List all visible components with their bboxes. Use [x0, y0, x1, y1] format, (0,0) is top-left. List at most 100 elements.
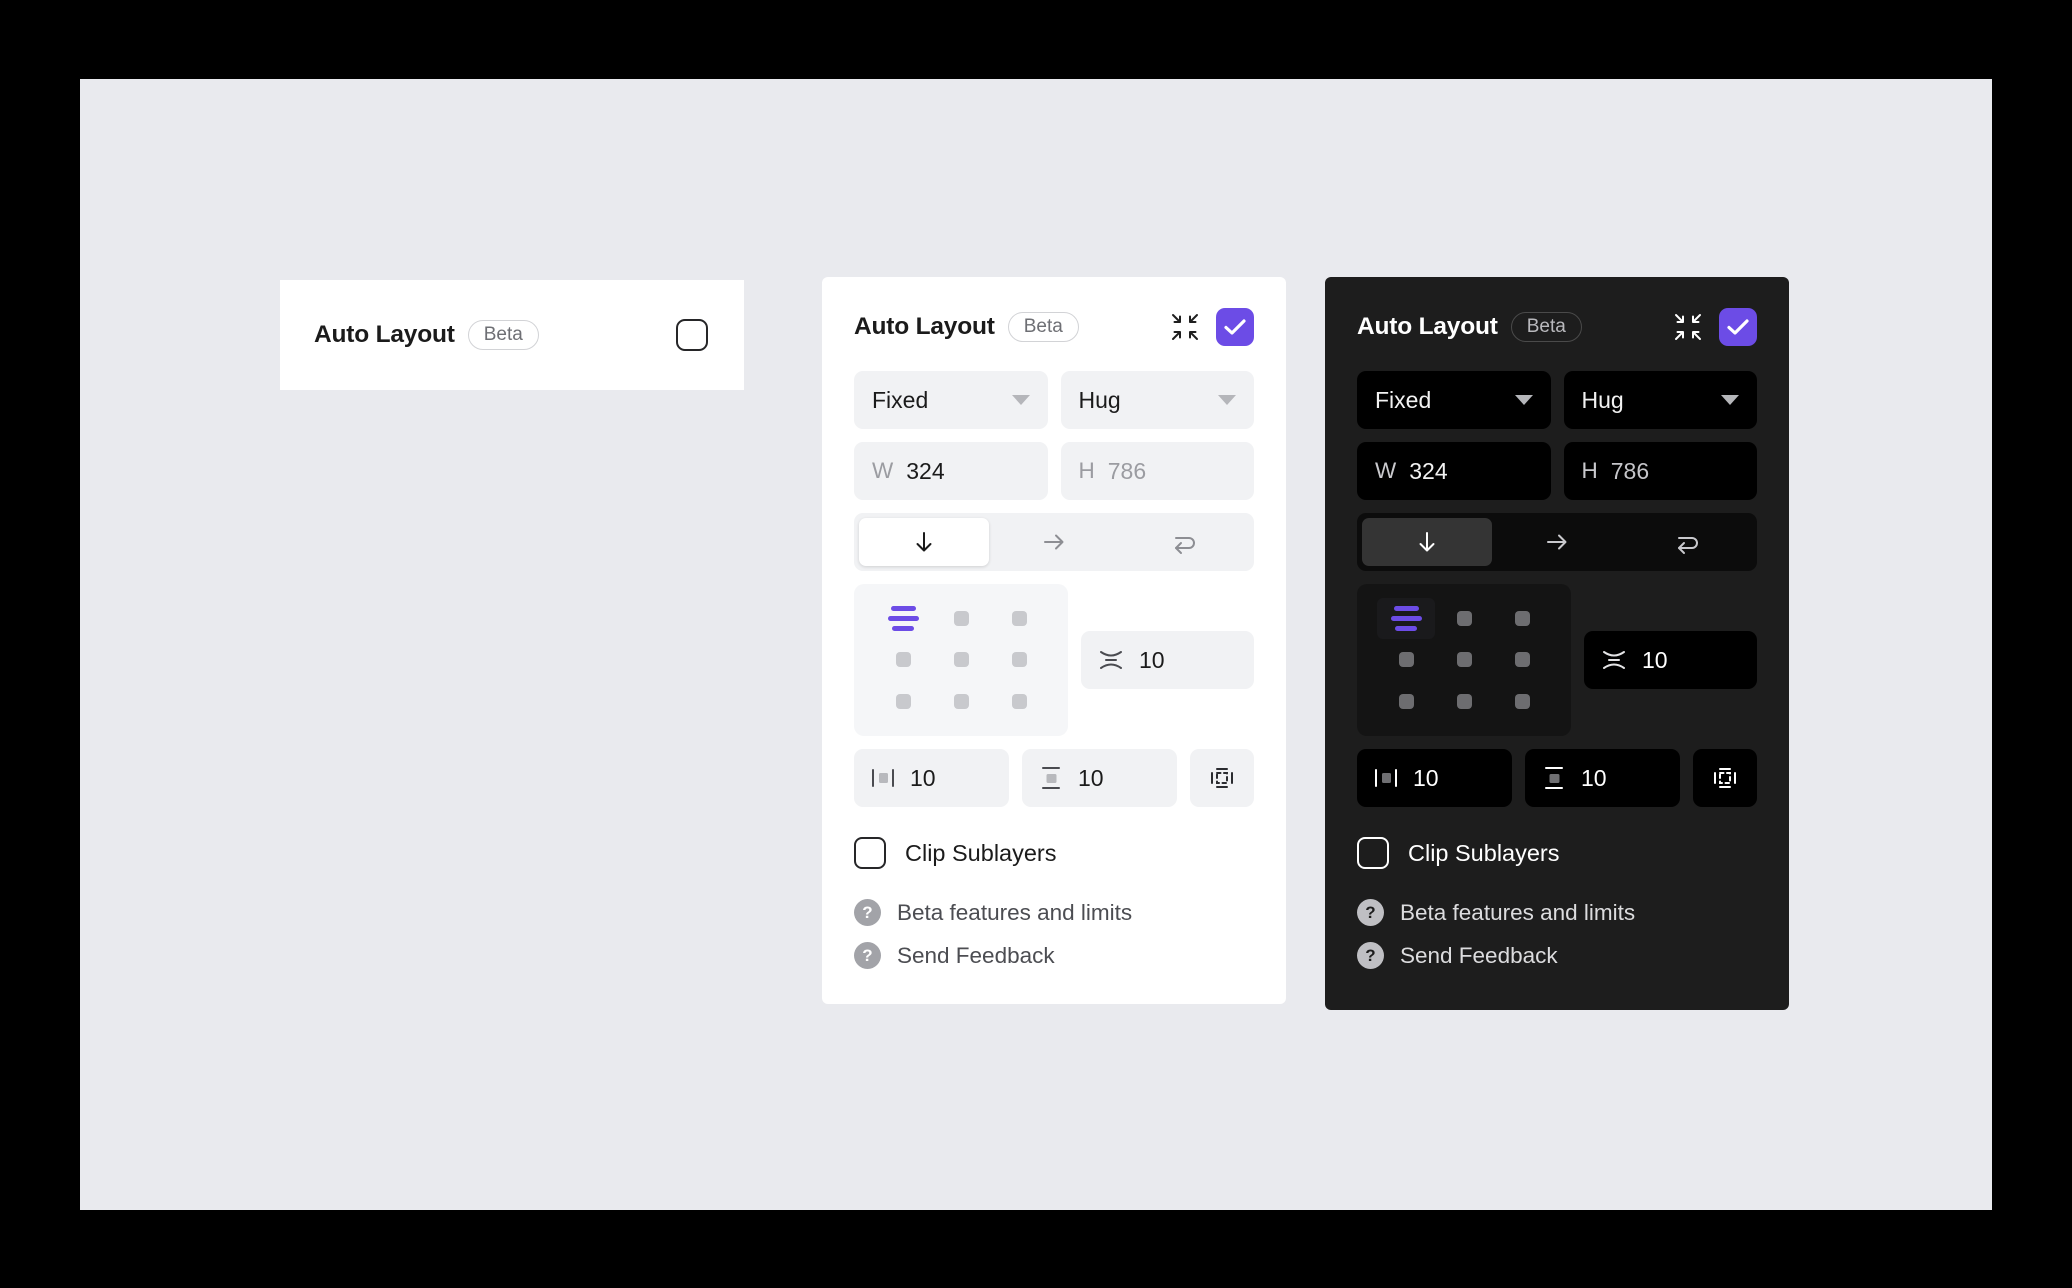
clip-sublayers-checkbox[interactable] [854, 837, 886, 869]
direction-vertical-button[interactable] [859, 518, 989, 566]
width-unit-label: W [872, 458, 893, 484]
direction-horizontal-button[interactable] [1492, 518, 1622, 566]
horizontal-padding-value: 10 [910, 765, 936, 792]
width-mode-select[interactable]: Fixed [1357, 371, 1551, 429]
clip-sublayers-checkbox[interactable] [1357, 837, 1389, 869]
auto-layout-panel-dark: Auto Layout Beta [1325, 277, 1789, 1010]
align-cell-bottom-left[interactable] [874, 681, 932, 722]
vertical-gap-icon [1097, 646, 1125, 674]
checkmark-icon [1727, 318, 1749, 336]
align-cell-bottom-center[interactable] [932, 681, 990, 722]
horizontal-padding-input[interactable]: 10 [854, 749, 1009, 807]
align-cell-middle-center[interactable] [1435, 639, 1493, 680]
gap-input[interactable]: 10 [1081, 631, 1254, 689]
page-title: Auto Layout [314, 321, 455, 349]
align-cell-middle-right[interactable] [990, 639, 1048, 680]
align-cell-bottom-right[interactable] [1493, 681, 1551, 722]
beta-features-link[interactable]: ? Beta features and limits [1357, 899, 1757, 926]
sizing-mode-row: Fixed Hug [1357, 371, 1757, 429]
auto-layout-toggle-on[interactable] [1719, 308, 1757, 346]
beta-badge: Beta [1511, 312, 1582, 342]
alignment-grid [854, 584, 1068, 736]
height-input[interactable]: H 786 [1061, 442, 1255, 500]
chevron-down-icon [1218, 395, 1236, 405]
width-value: 324 [1409, 458, 1447, 485]
beta-features-label: Beta features and limits [1400, 900, 1635, 926]
direction-horizontal-button[interactable] [989, 518, 1119, 566]
send-feedback-label: Send Feedback [897, 943, 1055, 969]
send-feedback-link[interactable]: ? Send Feedback [854, 942, 1254, 969]
chevron-down-icon [1515, 395, 1533, 405]
height-mode-value: Hug [1582, 387, 1624, 414]
beta-features-link[interactable]: ? Beta features and limits [854, 899, 1254, 926]
gap-input[interactable]: 10 [1584, 631, 1757, 689]
align-cell-top-left[interactable] [1377, 598, 1435, 639]
width-unit-label: W [1375, 458, 1396, 484]
chevron-down-icon [1721, 395, 1739, 405]
vertical-padding-icon [1541, 765, 1567, 791]
align-cell-middle-center[interactable] [932, 639, 990, 680]
auto-layout-toggle-off[interactable] [676, 319, 708, 351]
vertical-padding-input[interactable]: 10 [1525, 749, 1680, 807]
align-cell-top-center[interactable] [1435, 598, 1493, 639]
align-cell-top-left[interactable] [874, 598, 932, 639]
clip-sublayers-label: Clip Sublayers [905, 840, 1057, 867]
height-mode-select[interactable]: Hug [1061, 371, 1255, 429]
height-mode-select[interactable]: Hug [1564, 371, 1758, 429]
clip-sublayers-row[interactable]: Clip Sublayers [1357, 837, 1757, 869]
auto-layout-toggle-on[interactable] [1216, 308, 1254, 346]
width-input[interactable]: W 324 [854, 442, 1048, 500]
individual-padding-button[interactable] [1693, 749, 1757, 807]
width-mode-select[interactable]: Fixed [854, 371, 1048, 429]
panel-header: Auto Layout Beta [854, 307, 1254, 347]
width-value: 324 [906, 458, 944, 485]
align-cell-top-center[interactable] [932, 598, 990, 639]
height-unit-label: H [1582, 458, 1598, 484]
size-input-row: W 324 H 786 [1357, 442, 1757, 500]
direction-segmented-control [854, 513, 1254, 571]
align-cell-bottom-right[interactable] [990, 681, 1048, 722]
help-icon: ? [1357, 942, 1384, 969]
beta-features-label: Beta features and limits [897, 900, 1132, 926]
align-cell-bottom-left[interactable] [1377, 681, 1435, 722]
arrow-down-icon [911, 529, 937, 555]
help-icon: ? [1357, 899, 1384, 926]
align-cell-middle-left[interactable] [874, 639, 932, 680]
vertical-gap-icon [1600, 646, 1628, 674]
vertical-padding-value: 10 [1581, 765, 1607, 792]
padding-row: 10 10 [1357, 749, 1757, 807]
direction-wrap-button[interactable] [1622, 518, 1752, 566]
alignment-gap-row: 10 [1357, 584, 1757, 736]
wrap-arrow-icon [1170, 529, 1198, 555]
beta-badge: Beta [468, 320, 539, 350]
direction-vertical-button[interactable] [1362, 518, 1492, 566]
align-cell-middle-left[interactable] [1377, 639, 1435, 680]
align-lines-icon [1391, 606, 1422, 631]
align-lines-icon [888, 606, 919, 631]
height-input[interactable]: H 786 [1564, 442, 1758, 500]
horizontal-padding-icon [1373, 765, 1399, 791]
wrap-arrow-icon [1673, 529, 1701, 555]
chevron-down-icon [1012, 395, 1030, 405]
horizontal-padding-input[interactable]: 10 [1357, 749, 1512, 807]
auto-layout-panel-collapsed: Auto Layout Beta [280, 280, 744, 390]
panel-header: Auto Layout Beta [280, 280, 744, 390]
collapse-arrows-icon[interactable] [1671, 310, 1705, 344]
direction-wrap-button[interactable] [1119, 518, 1249, 566]
clip-sublayers-label: Clip Sublayers [1408, 840, 1560, 867]
individual-padding-icon [1209, 765, 1235, 791]
align-cell-middle-right[interactable] [1493, 639, 1551, 680]
vertical-padding-input[interactable]: 10 [1022, 749, 1177, 807]
height-unit-label: H [1079, 458, 1095, 484]
align-cell-bottom-center[interactable] [1435, 681, 1493, 722]
collapse-arrows-icon[interactable] [1168, 310, 1202, 344]
individual-padding-button[interactable] [1190, 749, 1254, 807]
vertical-padding-icon [1038, 765, 1064, 791]
arrow-right-icon [1544, 529, 1570, 555]
send-feedback-link[interactable]: ? Send Feedback [1357, 942, 1757, 969]
page-title: Auto Layout [854, 313, 995, 341]
width-input[interactable]: W 324 [1357, 442, 1551, 500]
align-cell-top-right[interactable] [990, 598, 1048, 639]
align-cell-top-right[interactable] [1493, 598, 1551, 639]
clip-sublayers-row[interactable]: Clip Sublayers [854, 837, 1254, 869]
